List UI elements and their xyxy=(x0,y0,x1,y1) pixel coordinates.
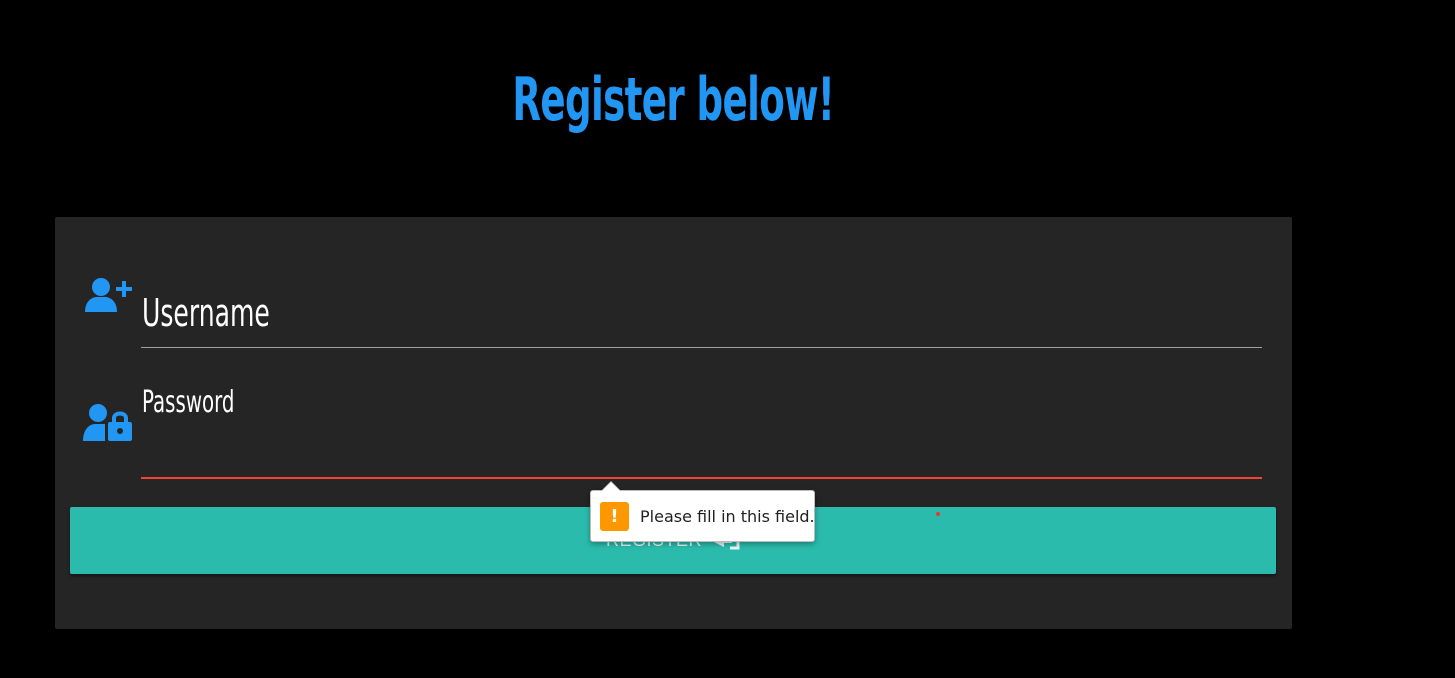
page: Register below! Username Password REGIST… xyxy=(0,0,1455,678)
validation-tooltip: ! Please fill in this field. xyxy=(590,481,815,542)
user-lock-icon xyxy=(83,404,132,441)
page-title: Register below! xyxy=(512,65,835,135)
password-input[interactable] xyxy=(141,437,1262,479)
validation-message: Please fill in this field. xyxy=(640,506,815,526)
password-label: Password xyxy=(142,385,235,420)
red-dot xyxy=(936,512,940,516)
warning-icon: ! xyxy=(600,501,629,531)
username-input[interactable] xyxy=(141,297,1262,348)
tooltip-arrow xyxy=(602,482,620,491)
user-plus-icon xyxy=(85,278,132,312)
register-form-card: Username Password REGISTER xyxy=(55,217,1292,629)
